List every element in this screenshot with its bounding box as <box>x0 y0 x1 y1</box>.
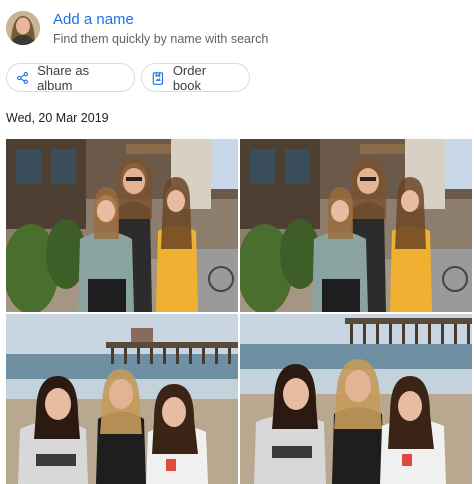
share-icon <box>17 71 28 84</box>
photo-thumbnail[interactable] <box>240 314 472 484</box>
share-as-album-button[interactable]: Share as album <box>6 62 135 93</box>
photo-thumbnail[interactable] <box>240 139 472 312</box>
photo-thumbnail[interactable] <box>6 139 238 312</box>
share-as-album-label: Share as album <box>37 62 90 93</box>
person-header: Add a name Find them quickly by name wit… <box>0 0 474 58</box>
subtitle: Find them quickly by name with search <box>53 32 269 46</box>
photo-thumbnail[interactable] <box>6 314 238 484</box>
order-book-label: Order book <box>172 62 207 93</box>
date-heading: Wed, 20 Mar 2019 <box>6 111 109 125</box>
avatar[interactable] <box>6 11 40 45</box>
photo-book-icon <box>152 71 164 85</box>
add-name-link[interactable]: Add a name <box>53 11 134 28</box>
order-book-button[interactable]: Order book <box>141 62 250 93</box>
